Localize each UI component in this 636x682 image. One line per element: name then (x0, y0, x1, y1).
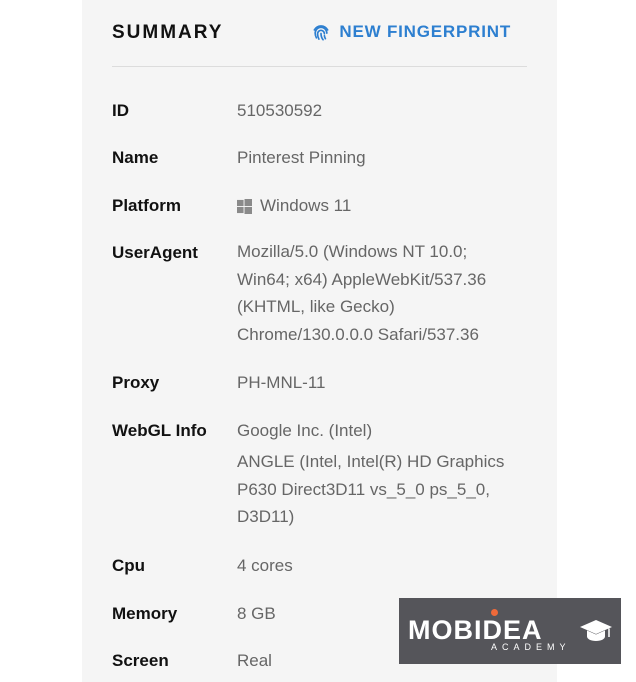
webgl-label: WebGL Info (112, 421, 207, 440)
useragent-line: Chrome/130.0.0.0 Safari/537.36 (237, 324, 479, 344)
cpu-label: Cpu (112, 556, 146, 575)
id-value: 510530592 (237, 101, 323, 120)
platform-label: Platform (112, 196, 181, 215)
fingerprint-icon (313, 25, 329, 41)
useragent-label: UserAgent (112, 243, 198, 262)
memory-label: Memory (112, 604, 178, 623)
webgl-renderer-line: ANGLE (Intel, Intel(R) HD Graphics (237, 452, 505, 471)
cpu-value: 4 cores (237, 556, 293, 575)
screen-label: Screen (112, 651, 169, 670)
useragent-value: Mozilla/5.0 (Windows NT 10.0; Win64; x64… (237, 238, 527, 348)
useragent-line: (KHTML, like Gecko) (237, 297, 395, 316)
useragent-line: Mozilla/5.0 (Windows NT 10.0; (237, 242, 468, 261)
windows-icon (237, 198, 252, 214)
mobidea-academy-logo: MOBIDEA ACADEMY (399, 598, 621, 664)
useragent-line: Win64; x64) AppleWebKit/537.36 (237, 269, 487, 289)
name-value: Pinterest Pinning (237, 148, 366, 167)
webgl-vendor: Google Inc. (Intel) (237, 421, 373, 440)
id-label: ID (112, 101, 129, 120)
graduation-cap-icon (580, 620, 612, 641)
platform-text: Windows 11 (260, 196, 352, 215)
summary-title: SUMMARY (112, 22, 224, 43)
proxy-value: PH-MNL-11 (237, 373, 326, 392)
logo-dot (491, 609, 498, 616)
logo-sub: ACADEMY (491, 642, 571, 652)
webgl-renderer-line: P630 Direct3D11 vs_5_0 ps_5_0, (237, 479, 490, 499)
webgl-renderer: ANGLE (Intel, Intel(R) HD Graphics P630 … (237, 448, 527, 531)
new-fingerprint-label: NEW FINGERPRINT (339, 22, 511, 41)
summary-header: SUMMARY NEW FINGERPRINT (112, 0, 527, 67)
name-label: Name (112, 148, 159, 167)
new-fingerprint-button[interactable]: NEW FINGERPRINT (311, 22, 511, 42)
summary-panel: SUMMARY NEW FINGERPRINT ID 510530592 Nam… (82, 0, 557, 682)
platform-value: Windows 11 (237, 196, 527, 216)
proxy-label: Proxy (112, 373, 160, 392)
webgl-renderer-line: D3D11) (237, 507, 295, 526)
